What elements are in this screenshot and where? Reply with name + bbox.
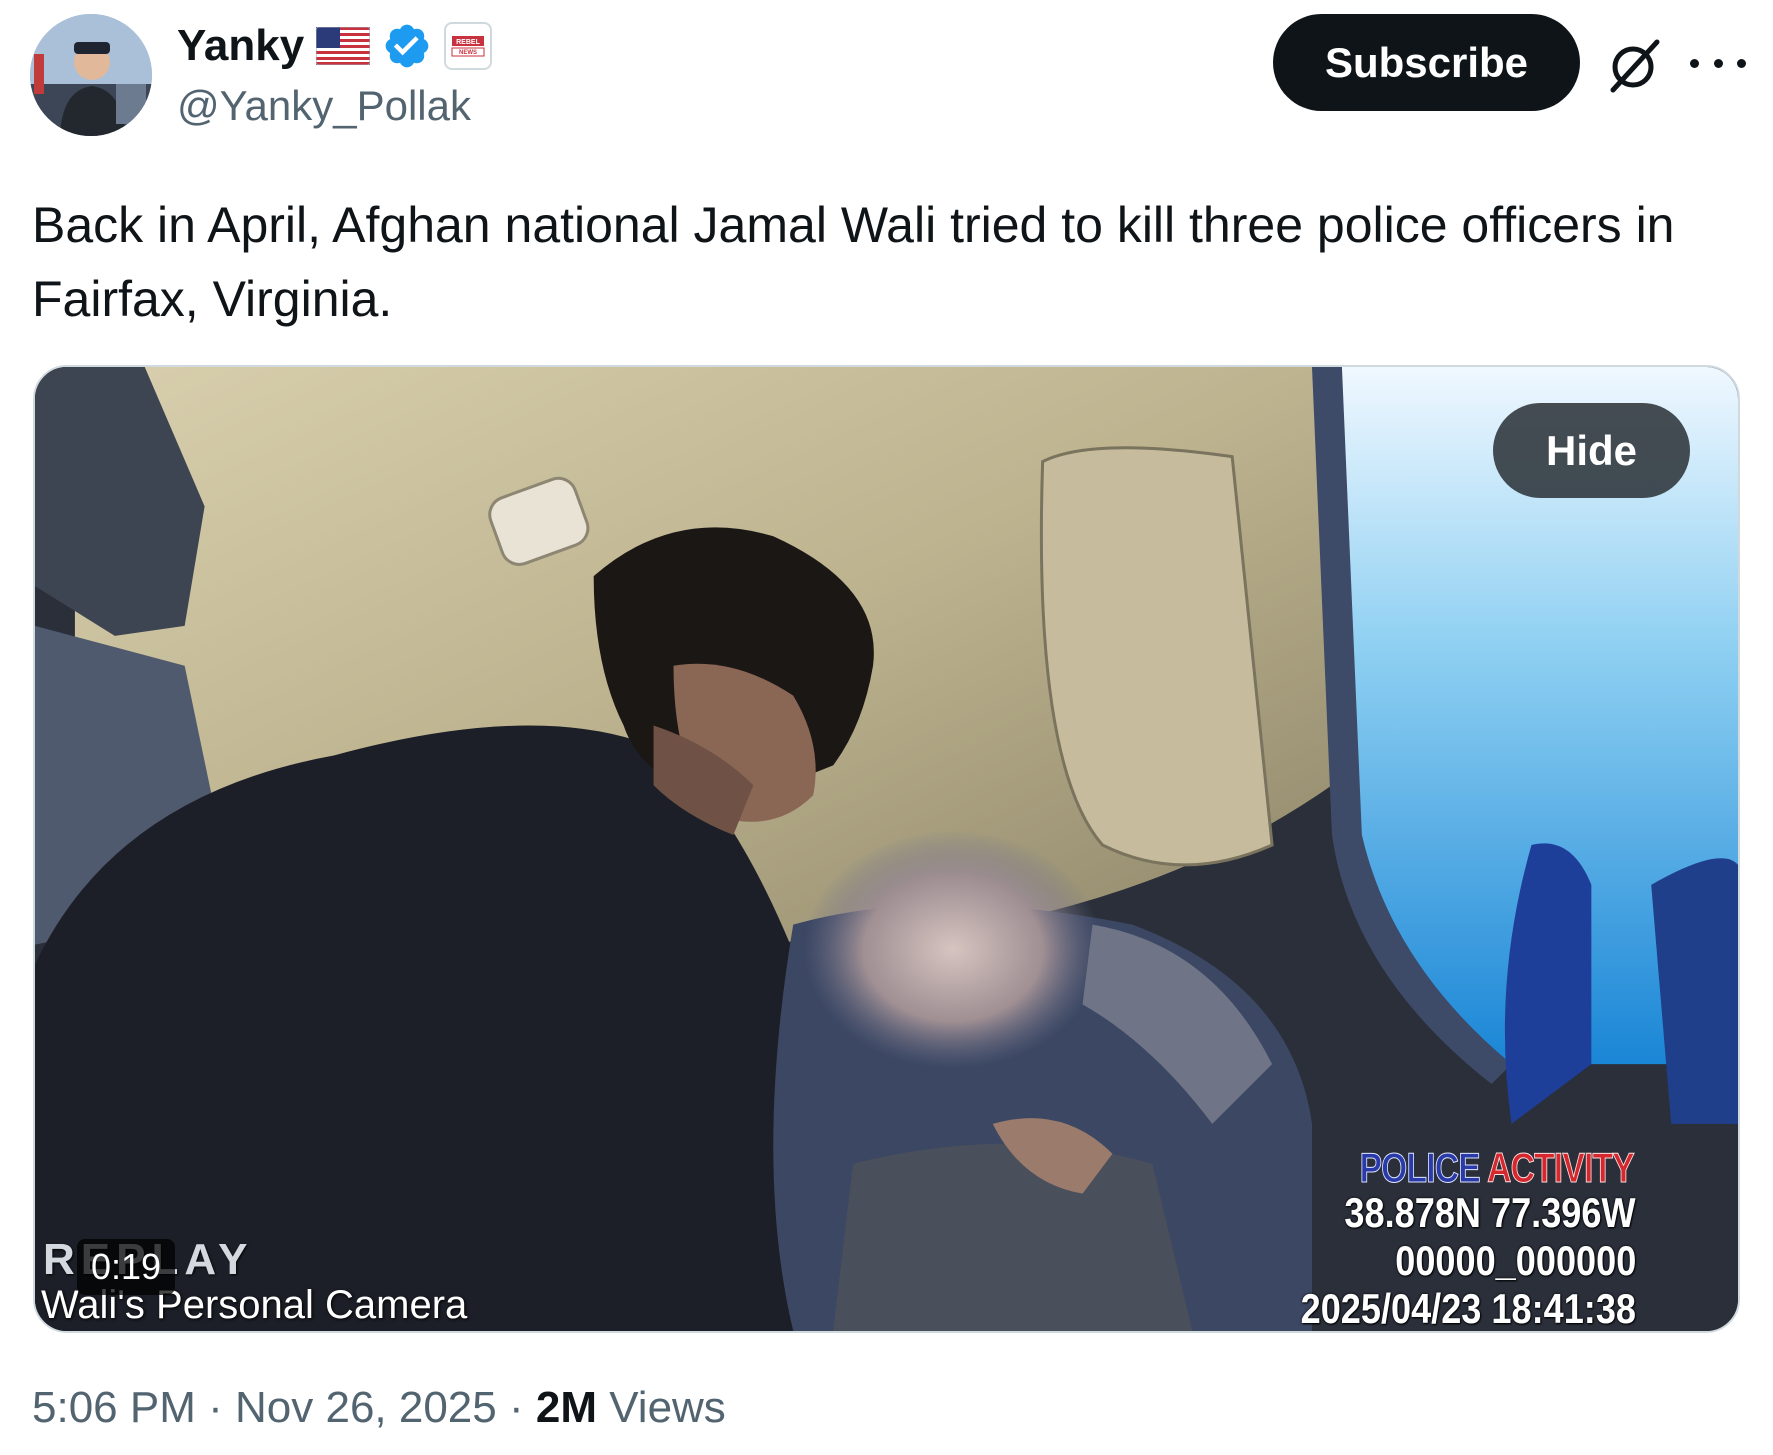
verified-badge-icon[interactable] <box>382 21 432 71</box>
rebel-news-logo: REBEL NEWS <box>451 36 485 57</box>
tweet-meta: 5:06 PM · Nov 26, 2025 · 2M Views <box>32 1378 726 1438</box>
handle[interactable]: @Yanky_Pollak <box>177 80 471 132</box>
us-flag-icon <box>315 26 371 66</box>
tweet-text: Back in April, Afghan national Jamal Wal… <box>32 197 1675 327</box>
avatar[interactable] <box>30 14 152 136</box>
video-player[interactable]: Hide POLICE ACTIVITY 38.878N 77.396W 000… <box>33 365 1740 1333</box>
more-icon[interactable] <box>1690 46 1746 80</box>
views-label: Views <box>609 1383 726 1432</box>
name-row: Yanky REBEL NEWS <box>177 16 493 76</box>
more-dot <box>1690 58 1699 68</box>
camera-id: 00000_000000 <box>1394 1237 1636 1284</box>
views-count[interactable]: 2M <box>536 1383 597 1432</box>
subscribe-button[interactable]: Subscribe <box>1273 14 1580 111</box>
more-dot <box>1737 58 1746 68</box>
display-name[interactable]: Yanky <box>177 24 304 68</box>
svg-text:REBEL: REBEL <box>456 39 480 46</box>
svg-text:NEWS: NEWS <box>459 50 477 56</box>
hide-button[interactable]: Hide <box>1493 403 1690 498</box>
grok-icon[interactable] <box>1603 34 1665 96</box>
police-label: POLICE <box>1359 1144 1481 1191</box>
video-timestamp: 2025/04/23 18:41:38 <box>1300 1285 1636 1332</box>
tweet-header: Yanky REBEL NEWS @Yanky_Pollak Subscribe <box>0 0 1773 150</box>
tweet-time[interactable]: 5:06 PM <box>32 1383 196 1432</box>
gps-coordinates: 38.878N 77.396W <box>1344 1189 1636 1236</box>
activity-label: ACTIVITY <box>1487 1144 1635 1191</box>
avatar-image <box>30 14 152 136</box>
rebel-news-affiliate-icon[interactable]: REBEL NEWS <box>444 22 493 70</box>
more-dot <box>1713 58 1723 68</box>
meta-separator: · <box>508 1383 524 1432</box>
tweet-date[interactable]: Nov 26, 2025 <box>235 1383 497 1432</box>
video-duration: 0:19 <box>77 1239 176 1295</box>
police-activity-watermark: POLICE ACTIVITY <box>1359 1144 1635 1191</box>
meta-separator: · <box>208 1383 223 1432</box>
